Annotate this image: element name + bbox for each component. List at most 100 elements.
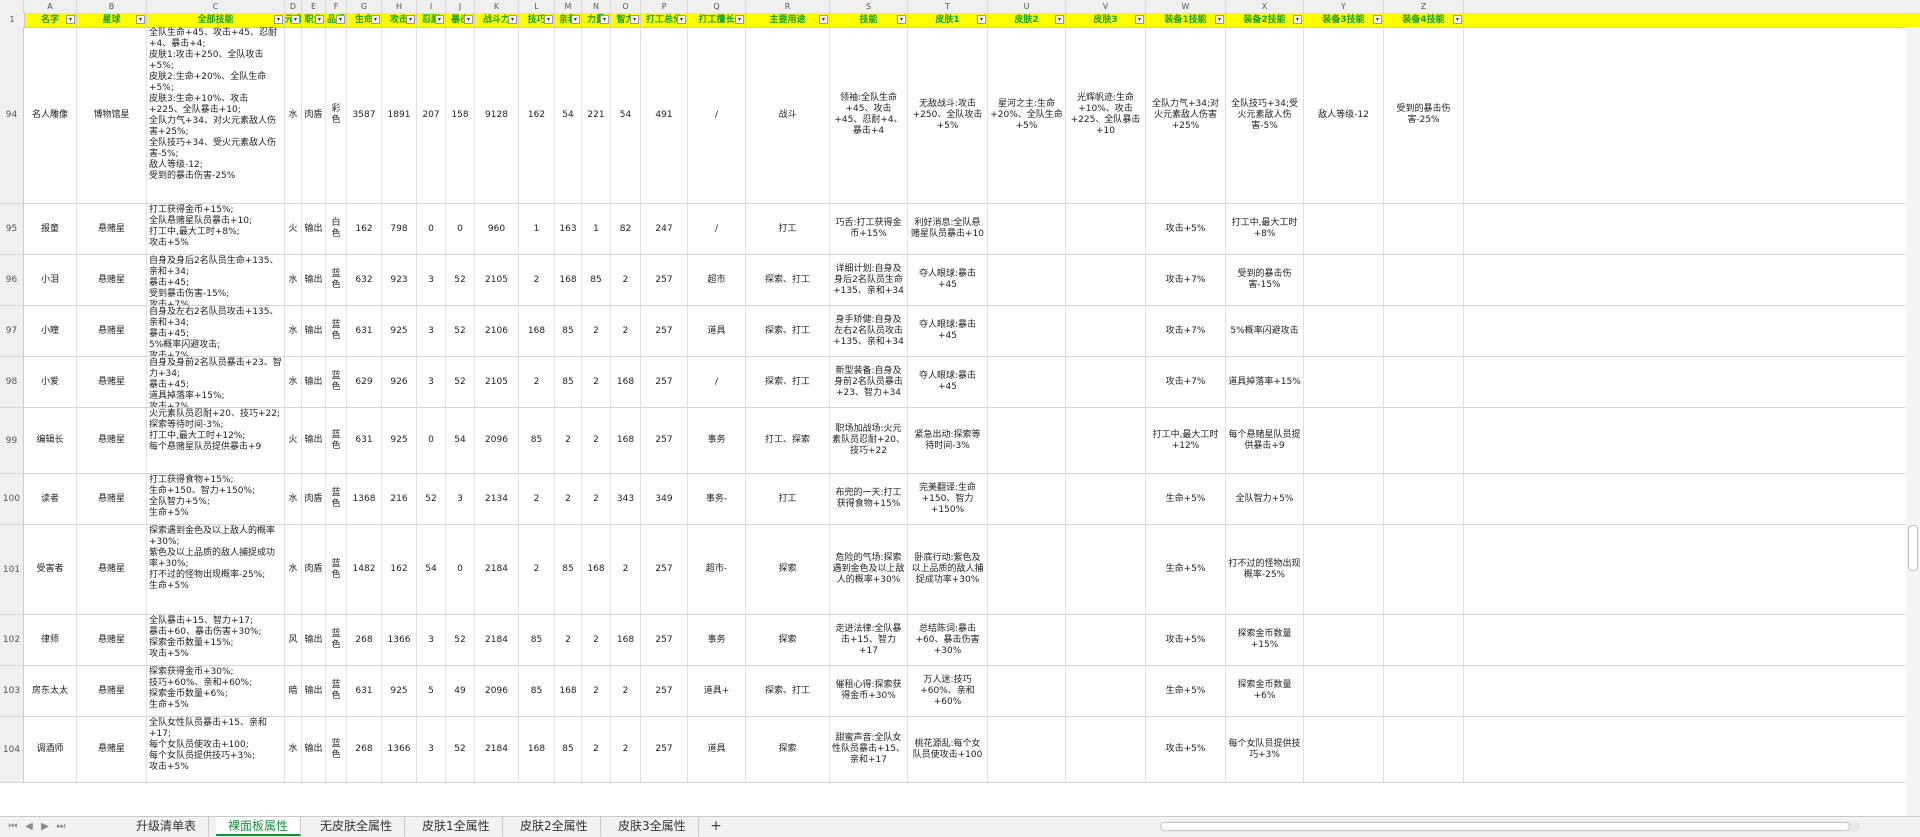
table-cell[interactable]: 超市 <box>688 255 746 305</box>
table-cell[interactable]: 探索金币数量+6% <box>1226 666 1304 716</box>
table-cell[interactable]: 268 <box>347 717 382 782</box>
table-cell[interactable]: 257 <box>641 666 688 716</box>
table-cell[interactable]: 蓝色 <box>326 717 347 782</box>
table-cell[interactable]: 职场加战场:火元素队员忍耐+20、技巧+22 <box>830 408 908 473</box>
table-cell[interactable] <box>1304 204 1384 254</box>
column-letter[interactable]: X <box>1226 0 1304 13</box>
table-cell[interactable]: 257 <box>641 525 688 614</box>
column-letter[interactable]: J <box>446 0 475 13</box>
table-cell[interactable]: 自身及身前2名队员暴击+23、智力+34; 暴击+45; 道具掉落率+15%; … <box>147 357 285 407</box>
table-cell[interactable]: 3 <box>417 615 446 665</box>
table-cell[interactable] <box>1066 615 1146 665</box>
table-cell[interactable]: 蓝色 <box>326 306 347 356</box>
filter-dropdown-icon[interactable]: ▾ <box>544 15 553 24</box>
table-cell[interactable]: 小爱 <box>24 357 77 407</box>
header-cell[interactable]: 打工擅长 ▾ <box>688 13 746 27</box>
table-cell[interactable]: 道具 <box>688 306 746 356</box>
column-letter[interactable]: N <box>582 0 611 13</box>
table-cell[interactable]: 3 <box>417 306 446 356</box>
table-cell[interactable]: 甜蜜声音:全队女性队员暴击+15、亲和+17 <box>830 717 908 782</box>
column-letter[interactable]: F <box>326 0 347 13</box>
table-cell[interactable]: 探索获得金币+30%; 技巧+60%、亲和+60%; 探索金币数量+6%; 生命… <box>147 666 285 716</box>
header-cell[interactable]: 装备1技能 ▾ <box>1146 13 1226 27</box>
table-cell[interactable]: 216 <box>382 474 417 524</box>
column-letter[interactable]: Q <box>688 0 746 13</box>
filter-dropdown-icon[interactable]: ▾ <box>464 15 473 24</box>
column-letter[interactable]: W <box>1146 0 1226 13</box>
column-letter[interactable]: M <box>555 0 582 13</box>
table-cell[interactable]: 2096 <box>475 666 519 716</box>
table-cell[interactable]: 全队暴击+15、智力+17; 暴击+60、暴击伤害+30%; 探索金币数量+15… <box>147 615 285 665</box>
table-cell[interactable]: 探索、打工 <box>746 306 830 356</box>
table-cell[interactable]: 85 <box>519 666 555 716</box>
table-cell[interactable]: 风 <box>285 615 302 665</box>
table-cell[interactable]: 85 <box>555 525 582 614</box>
table-cell[interactable]: 万人迷:技巧+60%、亲和+60% <box>908 666 988 716</box>
table-cell[interactable]: 2 <box>582 474 611 524</box>
filter-dropdown-icon[interactable]: ▾ <box>1215 15 1224 24</box>
table-cell[interactable] <box>1304 357 1384 407</box>
table-cell[interactable]: 207 <box>417 27 446 203</box>
table-cell[interactable]: 全队技巧+34;受火元素敌人伤害-5% <box>1226 27 1304 203</box>
table-cell[interactable] <box>1066 666 1146 716</box>
table-cell[interactable]: 2096 <box>475 408 519 473</box>
filter-dropdown-icon[interactable]: ▾ <box>630 15 639 24</box>
table-cell[interactable]: 168 <box>555 255 582 305</box>
table-cell[interactable]: 走进法律:全队暴击+15、智力+17 <box>830 615 908 665</box>
first-sheet-icon[interactable]: ⏮ <box>6 820 20 834</box>
table-cell[interactable]: 2106 <box>475 306 519 356</box>
tab-skin3[interactable]: 皮肤3全属性 <box>606 817 699 836</box>
table-cell[interactable]: 257 <box>641 357 688 407</box>
table-cell[interactable]: 全队力气+34;对火元素敌人伤害+25% <box>1146 27 1226 203</box>
table-cell[interactable]: 2 <box>582 666 611 716</box>
table-cell[interactable]: 2 <box>519 474 555 524</box>
filter-dropdown-icon[interactable]: ▾ <box>897 15 906 24</box>
table-cell[interactable]: 攻击+7% <box>1146 306 1226 356</box>
table-cell[interactable]: 卧底行动:紫色及以上品质的敌人捕捉成功率+30% <box>908 525 988 614</box>
table-cell[interactable]: 1368 <box>347 474 382 524</box>
table-cell[interactable]: 每个女队员提供技巧+3% <box>1226 717 1304 782</box>
table-cell[interactable]: 新型装备:自身及身前2名队员暴击+23、智力+34 <box>830 357 908 407</box>
table-cell[interactable]: 生命+5% <box>1146 474 1226 524</box>
table-cell[interactable]: 打工 <box>746 204 830 254</box>
table-cell[interactable]: 925 <box>382 408 417 473</box>
table-cell[interactable]: 3 <box>417 357 446 407</box>
table-cell[interactable]: 9128 <box>475 27 519 203</box>
table-cell[interactable]: 蓝色 <box>326 615 347 665</box>
table-cell[interactable]: 1 <box>519 204 555 254</box>
table-cell[interactable]: 3 <box>446 474 475 524</box>
table-cell[interactable]: 攻击+5% <box>1146 204 1226 254</box>
table-cell[interactable] <box>1304 255 1384 305</box>
table-cell[interactable]: 629 <box>347 357 382 407</box>
table-cell[interactable]: 2 <box>519 525 555 614</box>
table-cell[interactable] <box>1066 474 1146 524</box>
table-cell[interactable]: 2 <box>582 408 611 473</box>
column-letter[interactable]: O <box>611 0 641 13</box>
table-cell[interactable] <box>988 408 1066 473</box>
table-cell[interactable]: 探索、打工 <box>746 357 830 407</box>
row-number[interactable]: 94 <box>0 27 24 203</box>
last-sheet-icon[interactable]: ⏭ <box>54 820 68 834</box>
table-cell[interactable]: 蓝色 <box>326 357 347 407</box>
table-cell[interactable]: 水 <box>285 306 302 356</box>
table-cell[interactable]: 2105 <box>475 255 519 305</box>
filter-dropdown-icon[interactable]: ▾ <box>406 15 415 24</box>
header-cell[interactable]: 装备2技能 ▾ <box>1226 13 1304 27</box>
table-cell[interactable]: 夺人眼球:暴击+45 <box>908 255 988 305</box>
table-cell[interactable]: 蓝色 <box>326 666 347 716</box>
filter-dropdown-icon[interactable]: ▾ <box>508 15 517 24</box>
filter-dropdown-icon[interactable]: ▾ <box>371 15 380 24</box>
table-cell[interactable] <box>988 255 1066 305</box>
table-cell[interactable]: 0 <box>417 204 446 254</box>
table-cell[interactable] <box>988 357 1066 407</box>
table-cell[interactable]: 蓝色 <box>326 408 347 473</box>
table-cell[interactable] <box>988 666 1066 716</box>
table-cell[interactable]: 3 <box>417 255 446 305</box>
header-cell[interactable]: 攻击 ▾ <box>382 13 417 27</box>
table-cell[interactable]: 名人雕像 <box>24 27 77 203</box>
table-cell[interactable]: 1482 <box>347 525 382 614</box>
filter-dropdown-icon[interactable]: ▾ <box>1135 15 1144 24</box>
table-cell[interactable]: 52 <box>446 306 475 356</box>
table-cell[interactable]: 火 <box>285 408 302 473</box>
header-cell[interactable]: 技能 ▾ <box>830 13 908 27</box>
